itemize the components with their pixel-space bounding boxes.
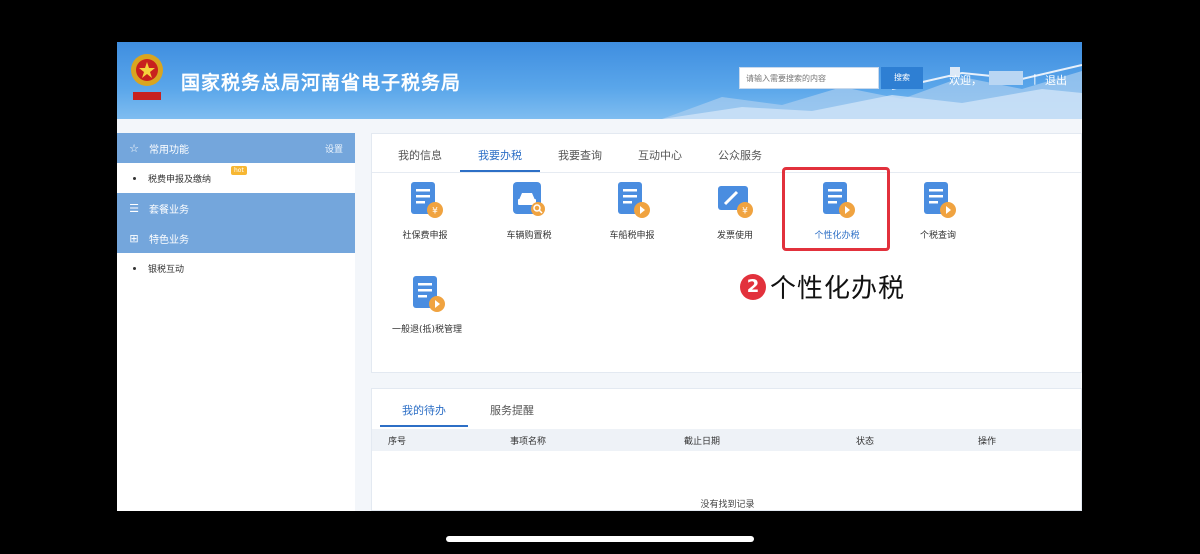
tile-label: 个税查询 (919, 231, 956, 241)
tab-service-reminder[interactable]: 服务提醒 (468, 397, 556, 427)
tax-emblem-logo (131, 54, 163, 100)
tile-label: 车船税申报 (609, 231, 655, 241)
tile-personal-tax-query[interactable]: 个税查询 (888, 180, 988, 260)
bullet-icon (133, 266, 136, 270)
svg-text:¥: ¥ (432, 207, 438, 217)
site-header: 国家税务总局河南省电子税务局 搜索 欢迎， | 退出 (117, 42, 1082, 119)
home-indicator[interactable] (446, 536, 754, 542)
tile-label: 车辆购置税 (506, 231, 552, 241)
todo-table-header: 序号 事项名称 截止日期 状态 操作 (372, 429, 1082, 451)
tile-vehicle-vessel-tax[interactable]: 车船税申报 (582, 180, 682, 260)
sidebar-group-package[interactable]: ☰ 套餐业务 (117, 193, 355, 223)
sidebar-item-bank-tax[interactable]: 银税互动 (117, 253, 355, 283)
step-number-badge: 2 (740, 273, 766, 300)
search-button[interactable]: 搜索 (881, 67, 923, 89)
column-header: 操作 (978, 437, 997, 447)
hot-badge: hot (231, 166, 247, 175)
sidebar-item-tax-declare[interactable]: 税费申报及缴纳 hot (117, 163, 355, 193)
main-panel: 我的信息 我要办税 我要查询 互动中心 公众服务 ¥ 社保费申报 车辆购置税 车… (371, 133, 1082, 373)
tab-query[interactable]: 我要查询 (540, 142, 620, 172)
browser-viewport: 国家税务总局河南省电子税务局 搜索 欢迎， | 退出 ☆ 常用功能 设置 税费申… (117, 42, 1082, 511)
tab-divider (372, 172, 1082, 173)
star-icon: ☆ (129, 141, 139, 155)
document-coin-icon (924, 182, 956, 218)
sidebar-item-label: 银税互动 (148, 264, 185, 275)
tile-invoice-use[interactable]: ¥ 发票使用 (685, 180, 785, 260)
tab-interaction[interactable]: 互动中心 (620, 142, 700, 172)
empty-state-text: 没有找到记录 (700, 500, 755, 510)
grid-icon: ⊞ (129, 231, 139, 245)
site-title: 国家税务总局河南省电子税务局 (181, 72, 462, 94)
tab-public-service[interactable]: 公众服务 (700, 142, 780, 172)
svg-text:¥: ¥ (742, 207, 748, 217)
car-search-icon (513, 182, 545, 216)
todo-panel: 我的待办 服务提醒 序号 事项名称 截止日期 状态 操作 没有找到记录 (371, 388, 1082, 511)
column-header: 截止日期 (684, 437, 721, 447)
tile-vehicle-purchase-tax[interactable]: 车辆购置税 (479, 180, 579, 260)
bullet-icon (133, 176, 136, 180)
column-header: 状态 (856, 437, 875, 447)
column-header: 序号 (388, 437, 407, 447)
tutorial-annotation: 2 个性化办税 (740, 268, 905, 305)
sidebar-group-common[interactable]: ☆ 常用功能 设置 (117, 133, 355, 163)
document-coin-icon (413, 276, 445, 312)
tile-label: 发票使用 (716, 231, 753, 241)
search-input[interactable] (739, 67, 879, 89)
sidebar-group-label: 常用功能 (149, 144, 189, 156)
sidebar-settings-link[interactable]: 设置 (325, 142, 343, 155)
sidebar-item-label: 税费申报及缴纳 (148, 174, 212, 185)
layers-icon: ☰ (129, 201, 139, 215)
tile-social-insurance[interactable]: ¥ 社保费申报 (375, 180, 475, 260)
main-tabs: 我的信息 我要办税 我要查询 互动中心 公众服务 (380, 142, 780, 172)
sidebar-group-label: 特色业务 (149, 234, 189, 246)
sidebar: ☆ 常用功能 设置 税费申报及缴纳 hot ☰ 套餐业务 ⊞ 特色业务 银税互动 (117, 133, 355, 511)
logout-link[interactable]: 退出 (1045, 72, 1067, 88)
header-separator: | (1033, 72, 1037, 85)
document-yuan-icon: ¥ (411, 182, 443, 218)
tile-label: 社保费申报 (402, 231, 448, 241)
todo-tabs: 我的待办 服务提醒 (380, 397, 556, 427)
tab-my-todo[interactable]: 我的待办 (380, 397, 468, 427)
tile-label: 一般退(抵)税管理 (391, 325, 463, 335)
username-redacted (989, 71, 1023, 85)
document-coin-icon (618, 182, 650, 218)
welcome-text: 欢迎， (949, 74, 982, 87)
annotation-text: 个性化办税 (770, 274, 906, 304)
invoice-pen-icon: ¥ (718, 186, 753, 218)
tab-my-info[interactable]: 我的信息 (380, 142, 460, 172)
sidebar-group-label: 套餐业务 (149, 204, 189, 216)
column-header: 事项名称 (510, 437, 547, 447)
sidebar-group-special[interactable]: ⊞ 特色业务 (117, 223, 355, 253)
tile-tax-refund-management[interactable]: 一般退(抵)税管理 (377, 274, 477, 354)
tab-tax-handling[interactable]: 我要办税 (460, 142, 540, 172)
highlight-box (782, 167, 890, 251)
